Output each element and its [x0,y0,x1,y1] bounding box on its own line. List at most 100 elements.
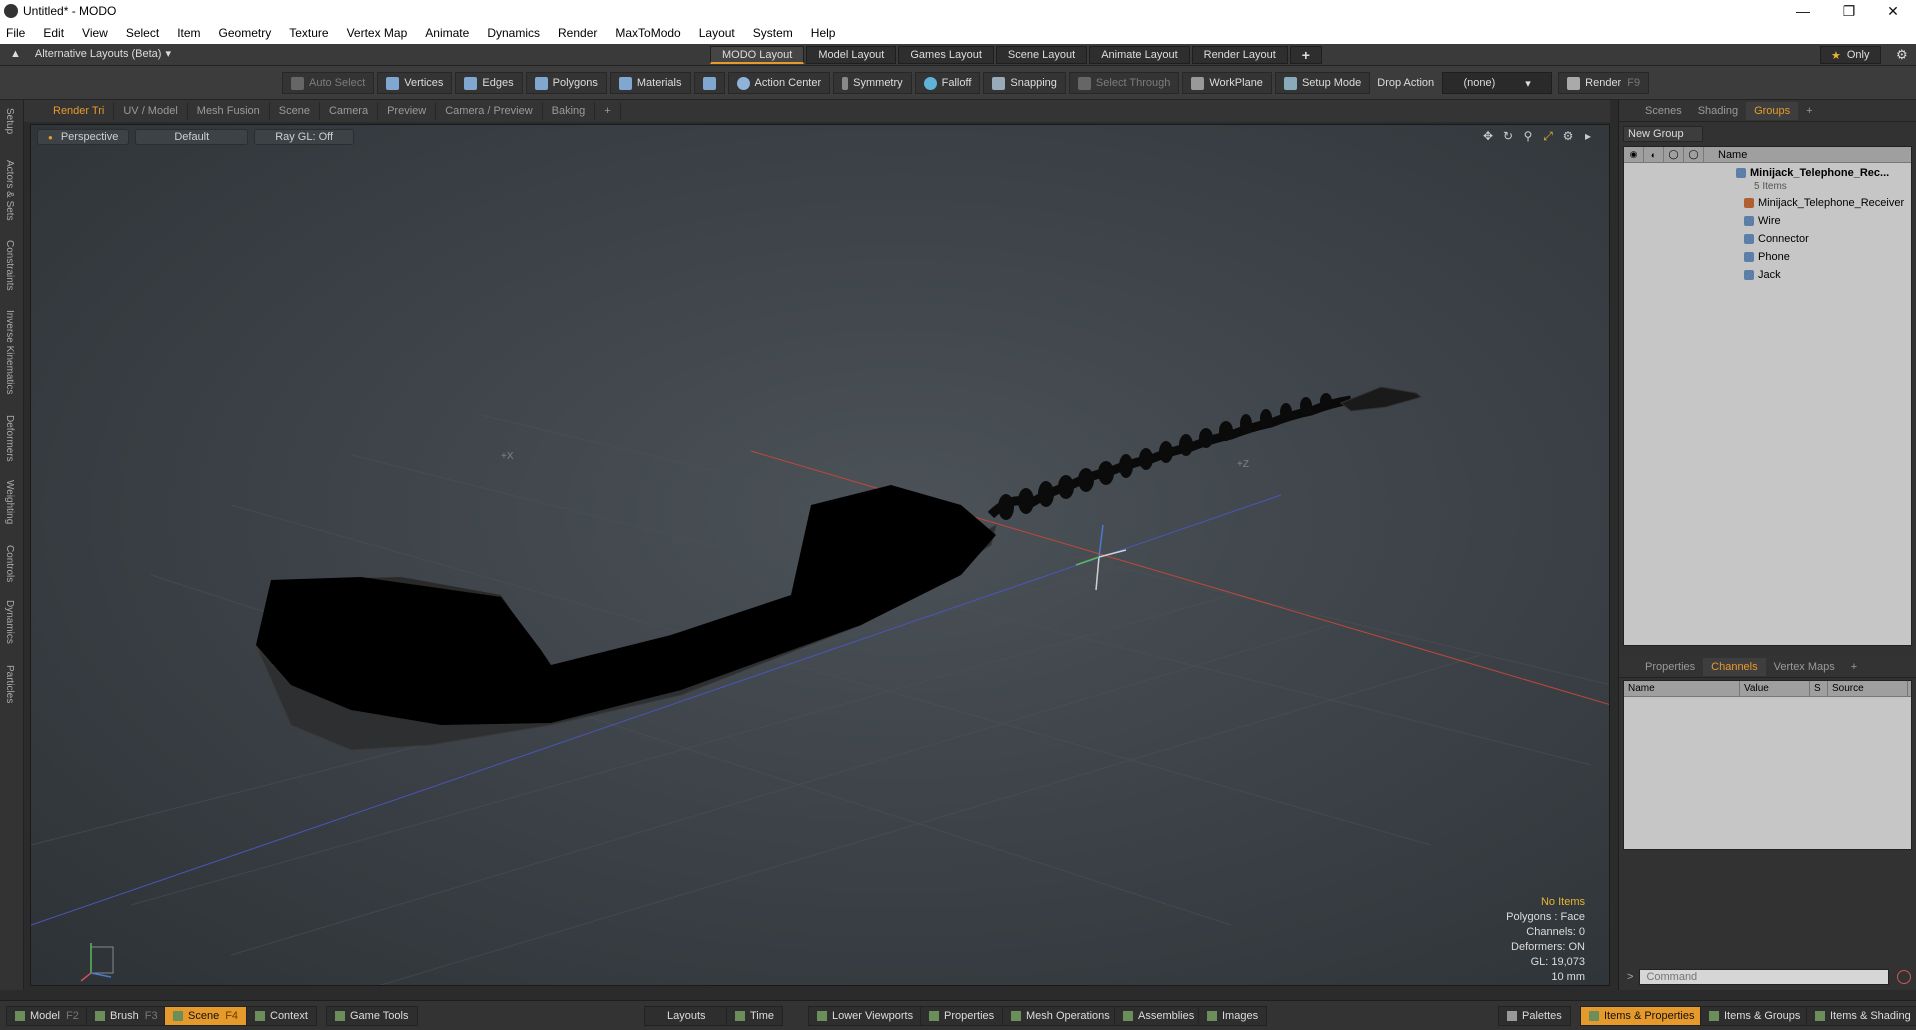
tab-vertex-maps[interactable]: Vertex Maps [1766,658,1843,676]
polygons-button[interactable]: Polygons [525,72,607,94]
vtab-weighting[interactable]: Weighting [4,480,15,524]
menu-help[interactable]: Help [811,26,836,40]
tab-shading[interactable]: Shading [1690,102,1746,120]
model-button[interactable]: Model F2 [6,1006,88,1026]
menu-animate[interactable]: Animate [425,26,469,40]
menu-dynamics[interactable]: Dynamics [487,26,540,40]
list-item[interactable]: Phone [1744,251,1790,263]
tab-camera-preview[interactable]: Camera / Preview [436,102,543,120]
vtab-dynamics[interactable]: Dynamics [4,600,15,644]
falloff-button[interactable]: Falloff [914,72,981,94]
vtab-particles[interactable]: Particles [4,665,15,703]
vtab-actors-sets[interactable]: Actors & Sets [4,160,15,221]
snapping-button[interactable]: Snapping [983,72,1066,94]
tab-animate-layout[interactable]: Animate Layout [1089,46,1190,64]
command-input[interactable] [1639,969,1890,985]
add-properties-tab-button[interactable]: + [1843,658,1865,676]
lock-column-icon[interactable]: ◯ [1664,146,1684,163]
tab-properties[interactable]: Properties [1637,658,1703,676]
select-through-button[interactable]: Select Through [1068,72,1180,94]
action-center-button[interactable]: Action Center [727,72,831,94]
command-record-icon[interactable] [1897,970,1912,984]
tab-modo-layout[interactable]: MODO Layout [710,46,805,64]
menu-system[interactable]: System [753,26,793,40]
raygl-button[interactable]: Ray GL: Off [254,129,355,145]
drop-action-dropdown[interactable]: (none) ▾ [1442,72,1553,94]
settings-gear-icon[interactable]: ⚙ [1896,47,1908,63]
tab-groups[interactable]: Groups [1746,101,1799,120]
rotate-icon[interactable]: ↻ [1501,129,1515,143]
restore-icon[interactable]: ❐ [1826,0,1872,22]
list-item[interactable]: Minijack_Telephone_Receiver [1744,197,1904,209]
render-button[interactable]: Render F9 [1558,72,1650,94]
close-icon[interactable]: ✕ [1870,0,1916,22]
tab-channels[interactable]: Channels [1703,657,1766,676]
edges-button[interactable]: Edges [455,72,523,94]
3d-viewport[interactable]: ● Perspective Default Ray GL: Off ✥ ↻ ⚲ ⤢… [30,124,1610,986]
vtab-inverse-kinematics[interactable]: Inverse Kinematics [4,310,15,394]
menu-select[interactable]: Select [126,26,159,40]
menu-maxtomodo[interactable]: MaxToModo [615,26,680,40]
list-item[interactable]: Connector [1744,233,1809,245]
time-button[interactable]: Time [726,1006,784,1026]
tab-preview[interactable]: Preview [378,102,437,120]
groups-list[interactable]: ◉ ◐ ◯ ◯ Name Minijack_Telephone_Rec... 5… [1623,146,1912,646]
minijack-connector[interactable] [1340,386,1423,412]
add-layout-button[interactable]: + [1289,46,1322,64]
channels-list[interactable]: Name Value S Source [1623,680,1912,850]
context-button[interactable]: Context [246,1006,317,1026]
add-viewport-tab-button[interactable]: + [595,102,621,120]
alternative-layouts-dropdown[interactable]: ▲ Alternative Layouts (Beta) ▾ [10,47,171,61]
items-groups-button[interactable]: Items & Groups [1700,1006,1810,1026]
list-item[interactable]: Wire [1744,215,1781,227]
tab-scene-layout[interactable]: Scene Layout [995,46,1088,64]
minimize-icon[interactable]: — [1780,0,1826,22]
items-shading-button[interactable]: Items & Shading [1806,1006,1916,1026]
properties-button[interactable]: Properties [920,1006,1004,1026]
pan-icon[interactable]: ✥ [1481,129,1495,143]
menu-vertex-map[interactable]: Vertex Map [347,26,408,40]
menu-render[interactable]: Render [558,26,597,40]
vtab-controls[interactable]: Controls [4,545,15,582]
vtab-deformers[interactable]: Deformers [4,415,15,462]
brush-button[interactable]: Brush F3 [86,1006,167,1026]
mesh-operations-button[interactable]: Mesh Operations [1002,1006,1119,1026]
tab-mesh-fusion[interactable]: Mesh Fusion [188,102,270,120]
menu-edit[interactable]: Edit [43,26,64,40]
tab-uv-model[interactable]: UV / Model [114,102,188,120]
viewport-more-icon[interactable]: ▸ [1581,129,1595,143]
assemblies-button[interactable]: Assemblies [1114,1006,1204,1026]
tab-render-layout[interactable]: Render Layout [1191,46,1288,64]
select-column-icon[interactable]: ◯ [1684,146,1704,163]
menu-geometry[interactable]: Geometry [219,26,272,40]
menu-file[interactable]: File [6,26,25,40]
workplane-button[interactable]: WorkPlane [1182,72,1272,94]
tab-render-tri[interactable]: Render Tri [44,102,115,120]
visibility-column-icon[interactable]: ◉ [1624,146,1644,163]
game-tools-button[interactable]: Game Tools [326,1006,418,1026]
lower-viewports-button[interactable]: Lower Viewports [808,1006,923,1026]
add-panel-tab-button[interactable]: + [1798,102,1820,120]
menu-texture[interactable]: Texture [289,26,328,40]
images-button[interactable]: Images [1198,1006,1268,1026]
shading-style-button[interactable]: Default [135,129,249,145]
setup-mode-button[interactable]: Setup Mode [1274,72,1371,94]
list-item[interactable]: Jack [1744,269,1781,281]
layouts-button[interactable]: Layouts [644,1006,729,1026]
scene-button[interactable]: Scene F4 [164,1006,248,1026]
palettes-button[interactable]: Palettes [1498,1006,1571,1026]
group-row[interactable]: Minijack_Telephone_Rec... [1736,167,1889,179]
tab-scenes[interactable]: Scenes [1637,102,1690,120]
zoom-icon[interactable]: ⚲ [1521,129,1535,143]
viewport-settings-icon[interactable]: ⚙ [1561,129,1575,143]
menu-layout[interactable]: Layout [699,26,735,40]
view-type-button[interactable]: ● Perspective [37,129,130,145]
tab-baking[interactable]: Baking [543,102,596,120]
render-column-icon[interactable]: ◐ [1644,146,1664,163]
tab-games-layout[interactable]: Games Layout [898,46,994,64]
materials-button[interactable]: Materials [609,72,691,94]
maximize-icon[interactable]: ⤢ [1541,129,1555,143]
pivot-gizmo[interactable] [1075,524,1127,591]
only-button[interactable]: ★ Only [1820,46,1881,64]
tab-model-layout[interactable]: Model Layout [806,46,897,64]
